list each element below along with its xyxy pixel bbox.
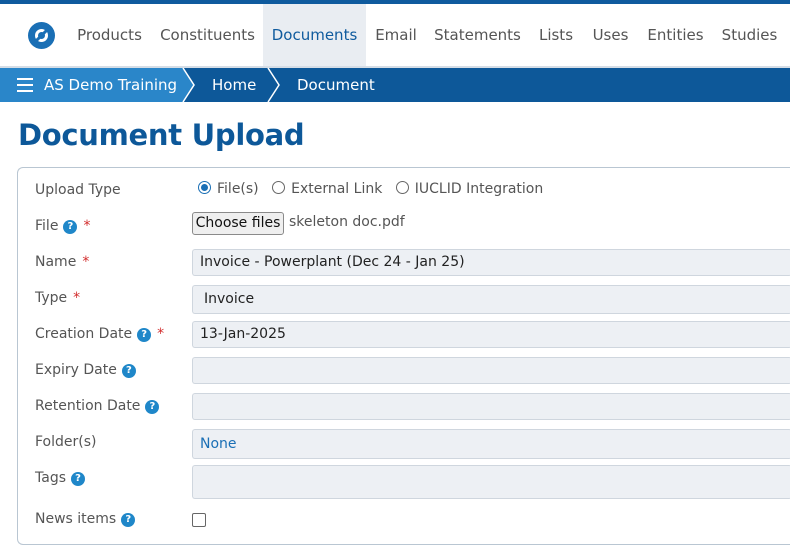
breadcrumb-workspace[interactable]: AS Demo Training bbox=[0, 68, 183, 102]
type-label: Type * bbox=[35, 290, 81, 306]
required-marker: * bbox=[83, 218, 91, 234]
help-icon[interactable]: ? bbox=[63, 220, 78, 234]
news-items-label: News items? bbox=[35, 511, 136, 527]
retention-date-input[interactable] bbox=[192, 393, 790, 420]
creation-date-input[interactable]: 13-Jan-2025 bbox=[192, 321, 790, 348]
app-logo-icon[interactable] bbox=[28, 22, 55, 49]
upload-type-files-radio[interactable] bbox=[198, 181, 211, 194]
selected-file-name: skeleton doc.pdf bbox=[289, 214, 405, 230]
upload-type-iuclid-radio[interactable] bbox=[395, 181, 409, 194]
page-title: Document Upload bbox=[18, 118, 305, 152]
help-icon[interactable]: ? bbox=[145, 400, 160, 414]
upload-type-external-link-label[interactable]: External Link bbox=[291, 181, 382, 197]
upload-type-files-label[interactable]: File(s) bbox=[217, 181, 259, 197]
nav-constituents[interactable]: Constituents bbox=[152, 4, 263, 66]
nav-lists[interactable]: Lists bbox=[529, 4, 583, 66]
file-label: File? * bbox=[35, 218, 91, 234]
help-icon[interactable]: ? bbox=[121, 364, 136, 378]
main-navbar: Products Constituents Documents Email St… bbox=[0, 4, 790, 66]
help-icon[interactable]: ? bbox=[71, 472, 85, 486]
name-input[interactable]: Invoice - Powerplant (Dec 24 - Jan 25) bbox=[192, 249, 790, 276]
upload-type-external-link-radio[interactable] bbox=[272, 181, 286, 194]
breadcrumb-separator-icon bbox=[181, 68, 195, 102]
breadcrumb-separator-icon bbox=[266, 68, 280, 102]
breadcrumb-current: Document bbox=[297, 76, 375, 94]
help-icon[interactable]: ? bbox=[137, 328, 152, 342]
news-items-checkbox[interactable] bbox=[192, 513, 206, 527]
nav-statements[interactable]: Statements bbox=[426, 4, 529, 66]
menu-icon[interactable] bbox=[17, 78, 33, 92]
required-marker: * bbox=[157, 326, 165, 342]
choose-files-button[interactable]: Choose files bbox=[192, 212, 284, 235]
breadcrumb-workspace-label: AS Demo Training bbox=[44, 76, 178, 94]
nav-studies[interactable]: Studies bbox=[713, 4, 786, 66]
tags-input[interactable] bbox=[192, 465, 790, 499]
retention-date-label: Retention Date? bbox=[35, 398, 160, 414]
breadcrumb: AS Demo Training Home Document bbox=[0, 68, 790, 102]
nav-uses[interactable]: Uses bbox=[583, 4, 638, 66]
folders-select[interactable]: None bbox=[192, 429, 790, 459]
breadcrumb-home[interactable]: Home bbox=[212, 68, 256, 102]
help-icon[interactable]: ? bbox=[121, 513, 136, 527]
folders-label: Folder(s) bbox=[35, 434, 97, 450]
name-label: Name * bbox=[35, 254, 90, 270]
tags-label: Tags? bbox=[35, 470, 85, 486]
creation-date-label: Creation Date? * bbox=[35, 326, 165, 342]
upload-type-label: Upload Type bbox=[35, 182, 121, 198]
type-select[interactable]: Invoice bbox=[192, 285, 790, 314]
nav-email[interactable]: Email bbox=[366, 4, 426, 66]
upload-type-iuclid-label[interactable]: IUCLID Integration bbox=[415, 181, 543, 197]
required-marker: * bbox=[73, 290, 81, 306]
expiry-date-label: Expiry Date? bbox=[35, 362, 136, 378]
nav-products[interactable]: Products bbox=[67, 4, 152, 66]
required-marker: * bbox=[82, 254, 90, 270]
nav-entities[interactable]: Entities bbox=[638, 4, 713, 66]
upload-type-radio-group: File(s) External Link IUCLID Integration bbox=[198, 181, 552, 197]
expiry-date-input[interactable] bbox=[192, 357, 790, 384]
nav-documents[interactable]: Documents bbox=[263, 4, 366, 66]
